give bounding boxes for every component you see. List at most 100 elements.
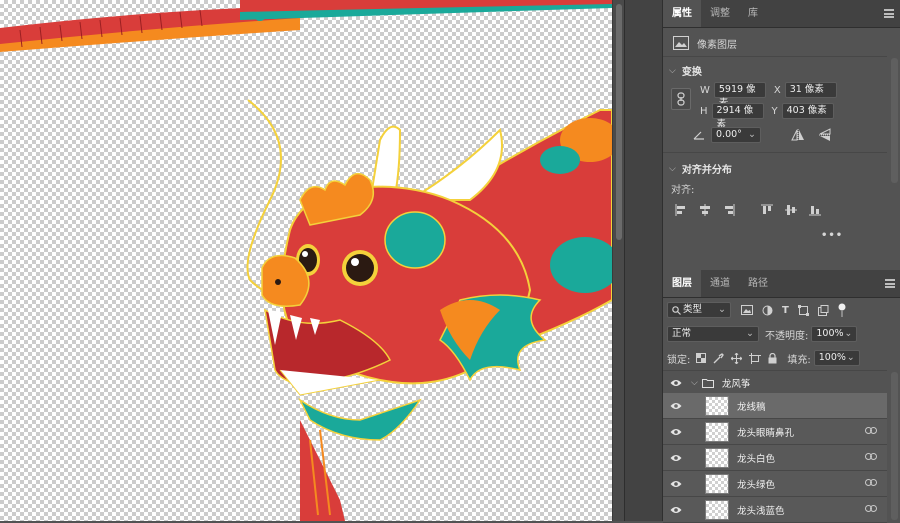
align-horizontal-centers-icon[interactable] (699, 204, 711, 216)
layer-thumbnail (705, 395, 729, 416)
folder-icon (701, 378, 714, 388)
layer-type-label: 像素图层 (697, 39, 737, 51)
fill-value: 100% (818, 352, 846, 363)
layers-tabbar: 图层 通道 路径 (663, 270, 900, 298)
align-right-edges-icon[interactable] (723, 204, 735, 216)
chevron-down-icon: ⌄ (746, 328, 754, 339)
align-top-edges-icon[interactable] (761, 204, 773, 216)
layer-name: 龙头白色 (737, 453, 776, 465)
pixel-layer-icon (673, 36, 689, 50)
properties-scrollbar[interactable] (891, 58, 898, 183)
layer-filter-value: 类型 (683, 304, 703, 315)
height-label: H (700, 105, 708, 117)
layers-scrollbar[interactable] (891, 372, 898, 520)
document-canvas[interactable] (0, 0, 612, 521)
fill-field[interactable]: 100% ⌄ (813, 350, 860, 366)
y-field[interactable]: 403 像素 (781, 103, 834, 119)
align-title: 对齐并分布 (681, 165, 732, 176)
dragon-artwork (0, 0, 612, 521)
tab-paths[interactable]: 路径 (739, 270, 777, 297)
align-vertical-centers-icon[interactable] (785, 204, 797, 216)
visibility-eye-icon[interactable] (663, 506, 689, 514)
visibility-eye-icon[interactable] (663, 480, 689, 488)
layer-row[interactable]: 龙头眼睛鼻孔 (663, 419, 887, 445)
chevron-down-icon: ⌄ (846, 352, 855, 363)
opacity-label: 不透明度: (765, 330, 809, 342)
layer-thumbnail (705, 473, 729, 494)
align-bottom-edges-icon[interactable] (809, 204, 821, 216)
chevron-down-icon[interactable]: ⌵ (691, 378, 698, 388)
canvas-vertical-scrollbar[interactable] (612, 0, 624, 521)
visibility-eye-icon[interactable] (663, 402, 689, 410)
filter-toggle-icon[interactable] (838, 303, 846, 317)
lock-label: 锁定: (667, 354, 691, 366)
transform-section-header[interactable]: ⌵ 变换 (669, 63, 702, 79)
layer-thumbnail (705, 499, 729, 520)
flip-vertical-icon[interactable] (819, 128, 831, 142)
transform-title: 变换 (681, 67, 702, 78)
layer-name: 龙头浅蓝色 (737, 505, 785, 517)
filter-smart-object-icon[interactable] (817, 304, 829, 316)
filter-pixel-icon[interactable] (741, 305, 753, 315)
properties-panel-menu-icon[interactable] (884, 9, 894, 18)
angle-icon (693, 130, 705, 140)
layers-panel-menu-icon[interactable] (885, 279, 895, 288)
flip-horizontal-icon[interactable] (791, 129, 805, 141)
divider (663, 152, 887, 153)
layer-name: 龙头绿色 (737, 479, 776, 491)
lock-transparent-pixels-icon[interactable] (696, 353, 707, 363)
link-icon (865, 452, 877, 463)
chevron-down-icon: ⌵ (669, 65, 676, 76)
layer-filter-dropdown[interactable]: 类型 ⌄ (667, 302, 731, 318)
tab-adjustments[interactable]: 调整 (701, 0, 739, 27)
filter-type-icon[interactable]: T (782, 305, 789, 316)
lock-all-icon[interactable] (768, 352, 777, 364)
right-panel-dock: 属性 调整 库 像素图层 ⌵ 变换 W 5919 像素 X 31 像素 H 29… (662, 0, 900, 523)
chevron-down-icon: ⌄ (718, 304, 726, 315)
tab-libraries[interactable]: 库 (739, 0, 767, 27)
lock-position-icon[interactable] (731, 352, 743, 364)
tab-channels[interactable]: 通道 (701, 270, 739, 297)
tab-properties[interactable]: 属性 (663, 0, 701, 27)
align-section-header[interactable]: ⌵ 对齐并分布 (669, 161, 732, 177)
width-label: W (700, 84, 710, 96)
blend-mode-dropdown[interactable]: 正常 ⌄ (667, 326, 759, 342)
link-dimensions-button[interactable] (671, 88, 691, 110)
layer-name: 龙头眼睛鼻孔 (737, 427, 795, 439)
blend-mode-value: 正常 (672, 328, 692, 339)
opacity-value: 100% (816, 328, 844, 339)
canvas-scroll-thumb[interactable] (616, 4, 622, 240)
angle-value: 0.00° (716, 129, 742, 140)
opacity-field[interactable]: 100% ⌄ (811, 326, 858, 342)
layer-thumbnail (705, 447, 729, 468)
x-field[interactable]: 31 像素 (784, 82, 837, 98)
divider (663, 56, 887, 57)
layer-row[interactable]: 龙线稿 (663, 393, 887, 419)
filter-shape-icon[interactable] (797, 304, 809, 316)
chevron-down-icon: ⌄ (748, 129, 756, 140)
link-icon (865, 478, 877, 489)
visibility-eye-icon[interactable] (663, 428, 689, 436)
layer-group-name: 龙风筝 (721, 378, 751, 390)
visibility-eye-icon[interactable] (663, 454, 689, 462)
lock-artboard-icon[interactable] (749, 352, 762, 364)
layer-row[interactable]: 龙头绿色 (663, 471, 887, 497)
chevron-down-icon: ⌄ (844, 328, 853, 339)
align-label: 对齐: (671, 185, 695, 196)
chain-link-icon[interactable] (671, 88, 691, 110)
angle-field[interactable]: 0.00° ⌄ (711, 127, 761, 143)
filter-adjustment-icon[interactable] (762, 305, 773, 316)
visibility-eye-icon[interactable] (663, 379, 689, 387)
lock-image-pixels-icon[interactable] (713, 352, 725, 364)
tab-layers[interactable]: 图层 (663, 270, 701, 297)
link-icon (865, 504, 877, 515)
width-field[interactable]: 5919 像素 (713, 82, 766, 109)
height-field[interactable]: 2914 像素 (711, 103, 764, 130)
align-left-edges-icon[interactable] (675, 204, 687, 216)
panel-dock-strip (624, 0, 662, 521)
properties-tabbar: 属性 调整 库 (663, 0, 900, 28)
layer-row[interactable]: 龙头白色 (663, 445, 887, 471)
layer-row[interactable]: 龙头浅蓝色 (663, 497, 887, 523)
x-label: X (773, 84, 781, 96)
more-options-icon[interactable]: ••• (821, 230, 843, 241)
